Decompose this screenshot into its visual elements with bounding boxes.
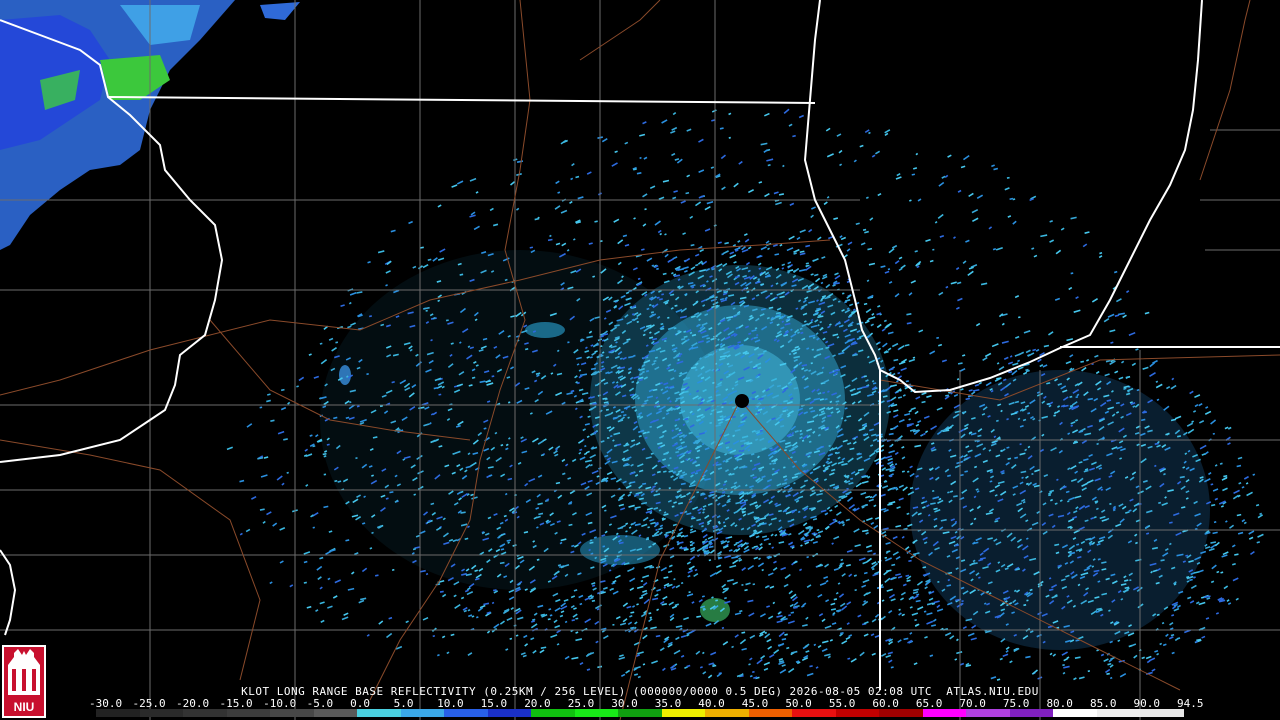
colorbar-segment <box>835 709 880 717</box>
speckle <box>788 353 792 356</box>
colorbar-segment <box>1053 709 1097 717</box>
radar-map <box>0 0 1280 720</box>
colorbar-segment <box>661 709 706 717</box>
colorbar-segment <box>1096 709 1141 717</box>
colorbar-segment <box>226 709 271 717</box>
colorbar-segment <box>357 709 401 717</box>
colorbar-segment <box>922 709 967 717</box>
speckle <box>1212 432 1215 435</box>
colorbar-segment <box>313 709 358 717</box>
colorbar-segment <box>1140 709 1184 717</box>
colorbar-segment <box>183 709 227 717</box>
colorbar-segment <box>96 709 140 717</box>
colorbar-segment <box>139 709 184 717</box>
colorbar-segment <box>705 709 749 717</box>
niu-logo: NIU <box>2 645 46 718</box>
colorbar-segment <box>748 709 793 717</box>
colorbar-segment <box>792 709 836 717</box>
colorbar-segment <box>444 709 488 717</box>
colorbar-segment <box>574 709 619 717</box>
colorbar-segment <box>966 709 1010 717</box>
colorbar-segment <box>270 709 314 717</box>
speckle <box>1129 579 1132 582</box>
colorbar-segment <box>879 709 923 717</box>
reflectivity-colorbar <box>96 709 1184 717</box>
colorbar-segment <box>531 709 575 717</box>
scale-labels: -30.0 -25.0 -20.0 -15.0 -10.0 -5.0 0.0 5.0 10.0 1… <box>89 697 1205 710</box>
radar-site-icon <box>735 394 749 408</box>
colorbar-segment <box>487 709 532 717</box>
colorbar-segment <box>400 709 445 717</box>
colorbar-segment <box>1009 709 1054 717</box>
logo-text: NIU <box>14 700 35 714</box>
colorbar-segment <box>618 709 662 717</box>
